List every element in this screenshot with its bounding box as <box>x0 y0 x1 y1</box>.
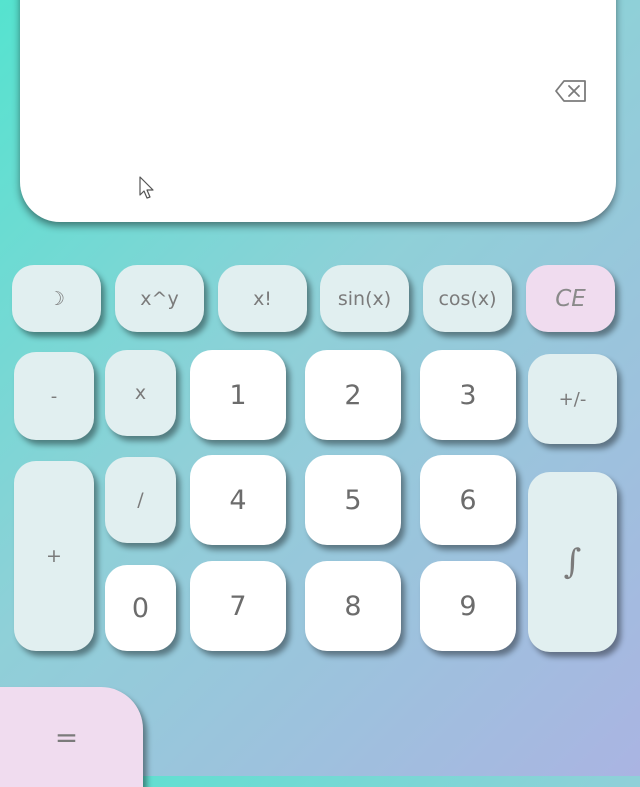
backspace-icon[interactable] <box>554 78 588 104</box>
clear-entry-button[interactable]: CE <box>526 265 615 332</box>
digit-0-button[interactable]: 0 <box>105 565 176 651</box>
theme-toggle-button[interactable]: ☽ <box>12 265 101 332</box>
calculator-display <box>20 0 616 222</box>
digit-4-button[interactable]: 4 <box>190 455 286 545</box>
mouse-cursor-icon <box>139 176 154 199</box>
multiply-button[interactable]: x <box>105 350 176 436</box>
digit-2-button[interactable]: 2 <box>305 350 401 440</box>
negate-button[interactable]: +/- <box>528 354 617 444</box>
digit-6-button[interactable]: 6 <box>420 455 516 545</box>
equals-button[interactable]: = <box>0 687 143 787</box>
plus-button[interactable]: + <box>14 461 94 651</box>
factorial-button[interactable]: x! <box>218 265 307 332</box>
digit-9-button[interactable]: 9 <box>420 561 516 651</box>
digit-7-button[interactable]: 7 <box>190 561 286 651</box>
sin-button[interactable]: sin(x) <box>320 265 409 332</box>
digit-5-button[interactable]: 5 <box>305 455 401 545</box>
digit-1-button[interactable]: 1 <box>190 350 286 440</box>
power-button[interactable]: x^y <box>115 265 204 332</box>
divide-button[interactable]: / <box>105 457 176 543</box>
cos-button[interactable]: cos(x) <box>423 265 512 332</box>
digit-3-button[interactable]: 3 <box>420 350 516 440</box>
digit-8-button[interactable]: 8 <box>305 561 401 651</box>
integral-button[interactable]: ∫ <box>528 472 617 652</box>
minus-button[interactable]: - <box>14 352 94 440</box>
moon-icon: ☽ <box>47 287 66 310</box>
